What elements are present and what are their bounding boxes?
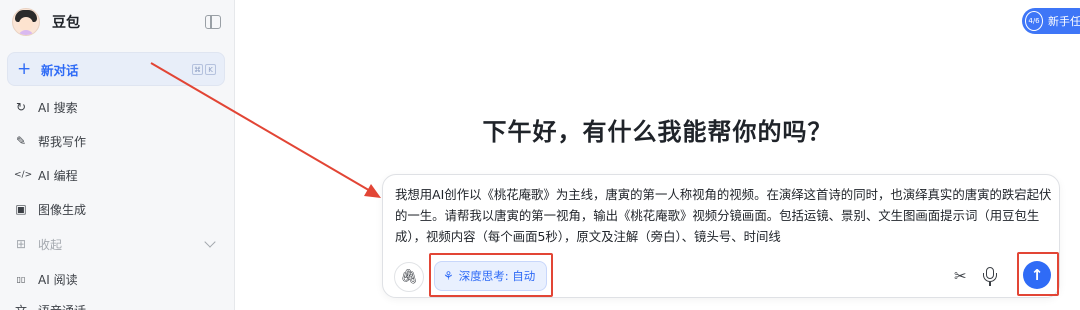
translate-icon: 文 (14, 302, 28, 310)
onboarding-label: 新手任务 (1048, 15, 1080, 28)
brand-name: 豆包 (52, 15, 80, 31)
avatar (12, 8, 40, 36)
sidebar-item-ai-search[interactable]: ↻ AI 搜索 (14, 95, 224, 119)
sidebar-item-label: 语音通话 (38, 302, 86, 310)
sidebar-item-label: 帮我写作 (38, 134, 87, 149)
page-title: 下午好，有什么我能帮你的吗？ (482, 118, 833, 146)
progress-badge: 4/6 (1025, 11, 1043, 31)
brand[interactable]: 豆包 (12, 8, 80, 36)
plus-icon: + (17, 58, 32, 79)
image-gen-icon: ▣ (15, 202, 27, 216)
cmd-key: ⌘ (192, 64, 203, 75)
book-icon: ▯▯ (16, 274, 26, 284)
shortcut-hint: ⌘ K (192, 64, 216, 75)
sidebar-item-writing[interactable]: ✎ 帮我写作 (14, 129, 224, 153)
sidebar: 豆包 + 新对话 ⌘ K ↻ AI 搜索 ✎ 帮我写作 </> AI 编程 ▣ … (0, 0, 235, 310)
sidebar-item-label: 收起 (38, 237, 63, 252)
grid-icon: ⊞ (15, 237, 27, 251)
sidebar-item-label: AI 阅读 (38, 272, 78, 287)
sidebar-item-image-gen[interactable]: ▣ 图像生成 (14, 197, 224, 221)
prompt-input[interactable]: 我想用AI创作以《桃花庵歌》为主线，唐寅的第一人称视角的视频。在演绎这首诗的同时… (395, 184, 1053, 247)
attach-button[interactable]: 🖇 (394, 262, 424, 292)
scissors-icon[interactable]: ✂ (954, 267, 967, 285)
deep-think-highlight (429, 253, 553, 297)
ai-search-icon: ↻ (15, 100, 27, 114)
paperclip-icon: 🖇 (400, 269, 418, 285)
sidebar-item-label: AI 编程 (38, 168, 78, 183)
sidebar-toggle-icon[interactable] (205, 15, 221, 29)
sidebar-item-reading[interactable]: ▯▯ AI 阅读 (14, 267, 224, 291)
send-highlight (1017, 252, 1059, 296)
microphone-icon[interactable] (982, 267, 998, 287)
sidebar-item-label: AI 搜索 (38, 100, 78, 115)
new-chat-label: 新对话 (41, 62, 79, 78)
sidebar-item-coding[interactable]: </> AI 编程 (14, 163, 224, 187)
code-icon: </> (14, 170, 33, 180)
sidebar-item-collapse[interactable]: ⊞ 收起 (14, 232, 224, 256)
sidebar-item-voice[interactable]: 文 语音通话 (14, 298, 224, 310)
onboarding-tasks-button[interactable]: 4/6 新手任务 (1022, 8, 1080, 34)
k-key: K (205, 64, 216, 75)
sidebar-item-label: 图像生成 (38, 202, 87, 217)
app-window: 豆包 + 新对话 ⌘ K ↻ AI 搜索 ✎ 帮我写作 </> AI 编程 ▣ … (0, 0, 1080, 310)
chevron-down-icon (204, 236, 216, 248)
writing-icon: ✎ (15, 134, 27, 148)
new-chat-button[interactable]: + 新对话 ⌘ K (7, 52, 225, 86)
